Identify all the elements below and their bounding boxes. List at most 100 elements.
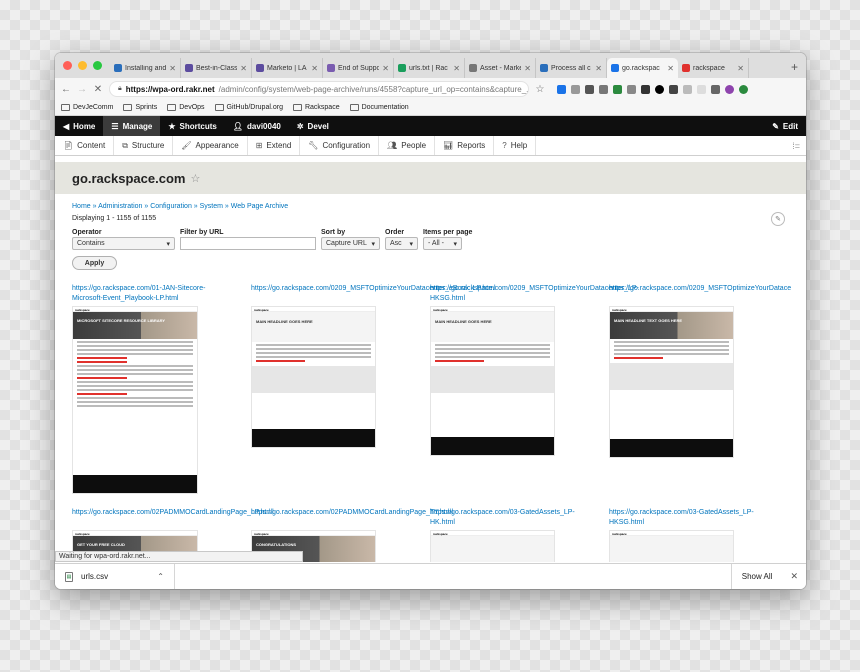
tray-orientation-icon[interactable]: ⁞= [792, 141, 806, 151]
extension-icon[interactable] [599, 84, 608, 94]
archive-url-link[interactable]: https://go.rackspace.com/03-GatedAssets_… [609, 508, 785, 528]
tray-item-label: Extend [266, 141, 292, 150]
tab-7[interactable]: go.rackspac ✕ [607, 58, 678, 78]
tab-5[interactable]: Asset - Marke ✕ [465, 58, 536, 78]
tab-6[interactable]: Process all c ✕ [536, 58, 607, 78]
archive-thumbnail[interactable]: rackspace MAIN HEADLINE TEXT GOES HERE [609, 306, 734, 458]
extension-icon[interactable] [655, 84, 664, 94]
avatar[interactable] [725, 84, 734, 94]
user-icon: 👤︎ [232, 121, 244, 131]
tray-item-extend[interactable]: ⊞ Extend [248, 136, 301, 155]
toolbar-shortcuts[interactable]: ★ Shortcuts [160, 116, 225, 136]
tab-close-icon[interactable]: ✕ [595, 64, 602, 73]
order-select[interactable]: Asc ▾ [385, 237, 418, 250]
chevron-up-icon[interactable]: ⌃ [157, 572, 164, 581]
minimize-window-button[interactable] [78, 61, 87, 70]
breadcrumb[interactable]: Home » Administration » Configuration » … [72, 203, 806, 210]
star-icon: ★ [168, 121, 176, 131]
bookmark-item[interactable]: DevOps [167, 104, 205, 111]
close-window-button[interactable] [63, 61, 72, 70]
tray-item-content[interactable]: 📄︎ Content [55, 136, 115, 155]
extension-icon[interactable] [585, 84, 594, 94]
tray-item-configuration[interactable]: 🔧︎ Configuration [300, 136, 380, 155]
extension-icon[interactable] [739, 84, 748, 94]
archive-url-link[interactable]: https://go.rackspace.com/02PADMMOCardLan… [72, 508, 274, 518]
archive-url-link[interactable]: https://go.rackspace.com/02PADMMOCardLan… [251, 508, 453, 518]
toolbar-edit[interactable]: ✎ Edit [764, 116, 806, 136]
edit-pencil-icon[interactable]: ✎ [771, 212, 785, 226]
url-filter-input[interactable] [180, 237, 316, 250]
tab-4[interactable]: urls.txt | Rac ✕ [394, 58, 465, 78]
archive-url-link[interactable]: https://go.rackspace.com/0209_MSFTOptimi… [609, 284, 791, 294]
bookmark-item[interactable]: Rackspace [292, 104, 340, 111]
page-content: go.rackspace.com ☆ Home » Administration… [55, 156, 806, 562]
show-all-button[interactable]: Show All [730, 564, 783, 589]
bookmark-item[interactable]: GitHub/Drupal.org [214, 104, 283, 111]
tab-8[interactable]: rackspace ✕ [678, 58, 749, 78]
tray-item-people[interactable]: 👥︎ People [379, 136, 436, 155]
tab-close-icon[interactable]: ✕ [667, 64, 674, 73]
per-page-select[interactable]: - All - ▾ [423, 237, 462, 250]
thumb-text-line [435, 344, 550, 346]
archive-url-link[interactable]: https://go.rackspace.com/0209_MSFTOptimi… [251, 284, 496, 294]
new-tab-button[interactable]: + [783, 60, 806, 78]
extension-icon[interactable] [557, 84, 566, 94]
spreadsheet-file-icon: ▤ [65, 571, 73, 582]
back-icon[interactable]: ← [61, 84, 71, 95]
globe-icon [114, 64, 122, 72]
address-bar[interactable]: 🔒︎ https://wpa-ord.rakr.net/admin/config… [109, 81, 529, 97]
archive-url-link[interactable]: https://go.rackspace.com/0209_MSFTOptimi… [430, 284, 639, 304]
tab-3[interactable]: End of Suppo ✕ [323, 58, 394, 78]
close-icon[interactable]: ✕ [782, 571, 806, 582]
toolbar-user[interactable]: 👤︎ davi0040 [225, 116, 289, 136]
extension-icon[interactable] [697, 84, 706, 94]
toolbar-devel[interactable]: ✲ Devel [289, 116, 337, 136]
tab-0[interactable]: Installing and ✕ [110, 58, 181, 78]
extension-icon[interactable] [627, 84, 636, 94]
extension-icon[interactable] [669, 84, 678, 94]
tray-item-appearance[interactable]: 🖌︎ Appearance [173, 136, 248, 155]
tab-close-icon[interactable]: ✕ [453, 64, 460, 73]
archive-url-link[interactable]: https://go.rackspace.com/03-GatedAssets_… [430, 508, 606, 528]
archive-thumbnail[interactable]: rackspace MAIN HEADLINE GOES HERE [430, 306, 555, 456]
tab-close-icon[interactable]: ✕ [737, 64, 744, 73]
tab-close-icon[interactable]: ✕ [382, 64, 389, 73]
toolbar-manage[interactable]: ☰ Manage [103, 116, 161, 136]
archive-url-link[interactable]: https://go.rackspace.com/01-JAN-Sitecore… [72, 284, 248, 304]
tab-close-icon[interactable]: ✕ [169, 64, 176, 73]
shortcut-star-icon[interactable]: ☆ [190, 172, 200, 185]
tab-1[interactable]: Best-in-Class ✕ [181, 58, 252, 78]
tab-close-icon[interactable]: ✕ [311, 64, 318, 73]
sort-select[interactable]: Capture URL ▾ [321, 237, 380, 250]
download-item[interactable]: ▤ urls.csv ⌃ [55, 564, 175, 589]
gear-icon: ✲ [296, 121, 304, 131]
thumb-text-line [435, 348, 550, 350]
bookmark-item[interactable]: DevJeComm [61, 104, 113, 111]
archive-thumbnail[interactable]: rackspace [609, 530, 734, 562]
extension-icon[interactable] [613, 84, 622, 94]
tray-item-reports[interactable]: 📊︎ Reports [435, 136, 495, 155]
bookmark-item[interactable]: Documentation [349, 104, 409, 111]
extension-icon[interactable] [641, 84, 650, 94]
tray-item-structure[interactable]: ⧉ Structure [114, 136, 174, 155]
toolbar-home[interactable]: ◀ Home [55, 116, 103, 136]
apply-button[interactable]: Apply [72, 256, 117, 270]
extension-icon[interactable] [571, 84, 580, 94]
bookmark-item[interactable]: Sprints [123, 104, 157, 111]
tab-close-icon[interactable]: ✕ [524, 64, 531, 73]
stop-icon[interactable]: ✕ [93, 84, 103, 95]
extension-icon[interactable] [711, 84, 720, 94]
archive-thumbnail[interactable]: rackspace MICROSOFT SITECORE RESOURCE LIB… [72, 306, 198, 494]
thumb-text-line [77, 345, 193, 347]
archive-thumbnail[interactable]: rackspace MAIN HEADLINE GOES HERE [251, 306, 376, 448]
archive-thumbnail[interactable]: rackspace [430, 530, 555, 562]
forward-icon[interactable]: → [77, 84, 87, 95]
tab-2[interactable]: Marketo | LA ✕ [252, 58, 323, 78]
operator-select[interactable]: Contains ▾ [72, 237, 175, 250]
tray-item-help[interactable]: ? Help [494, 136, 537, 155]
extension-icon[interactable] [683, 84, 692, 94]
zoom-window-button[interactable] [93, 61, 102, 70]
tab-close-icon[interactable]: ✕ [240, 64, 247, 73]
thumb-hero: MAIN HEADLINE GOES HERE [431, 312, 554, 342]
bookmark-star-icon[interactable]: ☆ [535, 84, 545, 95]
